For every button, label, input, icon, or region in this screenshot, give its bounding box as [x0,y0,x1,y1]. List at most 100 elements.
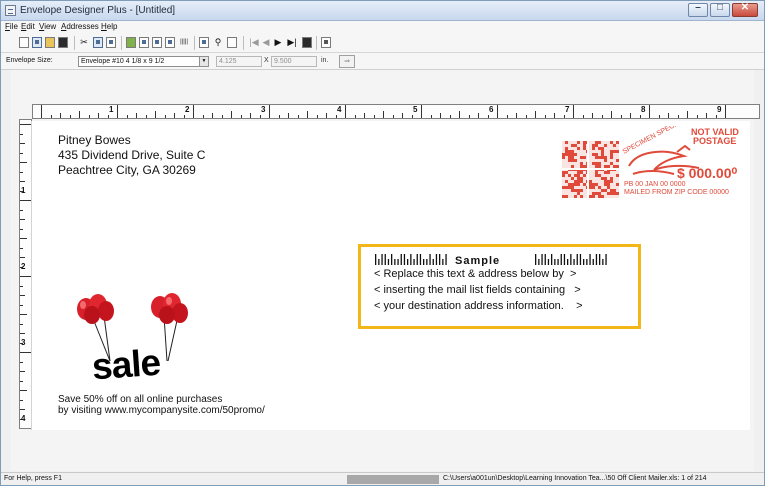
envelope-layout-1-icon[interactable] [139,37,149,48]
qr-cell [583,147,586,150]
close-icon: ✕ [740,2,750,13]
status-bar: For Help, press F1 C:\Users\a001un\Deskt… [1,472,764,485]
cut-icon[interactable]: ✂ [79,37,89,48]
ruler-tick [136,113,137,118]
ruler-tick [506,115,508,118]
promo-text[interactable]: Save 50% off on all online purchases by … [58,394,265,416]
ruler-tick [706,113,707,118]
qr-cell [577,171,580,174]
envelope-layout-3-icon[interactable] [165,37,175,48]
ruler-tick [373,115,375,118]
qr-cell [601,156,604,159]
ruler-number: 1 [21,186,26,195]
qr-cell [616,141,619,144]
envelope-width-field[interactable]: 4.125 [216,56,262,67]
maximize-icon: □ [716,2,724,13]
chevron-down-icon[interactable]: ▼ [199,57,208,66]
qr-cell [613,144,616,147]
ruler-tick [50,115,52,118]
postage-indicia[interactable]: SPECIMEN SPECIMEN NOT VALID POSTAGE $ 00… [559,126,749,206]
ruler-tick [478,113,479,118]
paste-icon[interactable] [106,37,116,48]
ruler-tick [278,115,280,118]
barcode-bar [535,254,537,265]
envelope-height-field[interactable]: 9.500 [271,56,317,67]
ruler-tick [145,115,147,118]
qr-cell [577,147,580,150]
menu-addresses[interactable]: Addresses [61,22,99,31]
ruler-tick [20,257,25,258]
title-bar[interactable]: Envelope Designer Plus - [Untitled] – □ … [1,1,764,21]
ruler-tick [259,115,261,118]
qr-cell [574,174,577,177]
barcode-bar [589,254,591,265]
close-button[interactable]: ✕ [732,2,758,17]
ruler-tick [383,111,384,118]
ruler-number: 7 [565,105,570,114]
qr-cell [613,150,616,153]
ruler-tick [497,105,498,118]
qr-cell [613,192,616,195]
copy-icon[interactable] [93,37,103,48]
menu-help[interactable]: Help [101,22,117,31]
ruler-tick [288,113,289,118]
ruler-tick [307,111,308,118]
postage-amount: $ 000.00⁰ [677,165,737,181]
ruler-tick [687,111,688,118]
ruler-number: 2 [185,105,190,114]
barcode-bar [416,254,418,265]
return-address[interactable]: Pitney Bowes 435 Dividend Drive, Suite C… [58,133,205,178]
new-icon[interactable] [19,37,29,48]
qr-cell [604,159,607,162]
list-icon[interactable] [302,37,312,48]
qr-cell [577,177,580,180]
ruler-tick [649,105,650,118]
wizard-icon[interactable] [32,37,42,48]
qr-cell [616,183,619,186]
previous-record-icon[interactable]: ◀ [261,37,271,48]
qr-cell [568,186,571,189]
apply-size-button[interactable]: ⇒ [339,55,355,68]
menu-view[interactable]: View [39,22,56,31]
qr-cell [601,195,604,198]
maximize-button[interactable]: □ [710,2,730,17]
envelope-canvas[interactable]: Pitney Bowes 435 Dividend Drive, Suite C… [31,121,750,430]
properties-icon[interactable] [126,37,136,48]
app-icon [5,5,16,16]
last-record-icon[interactable]: ▶| [287,37,297,48]
barcode-bar [435,254,438,265]
open-icon[interactable] [45,37,55,48]
qr-cell [616,192,619,195]
envelope-size-value: Envelope #10 4 1/8 x 9 1/2 [81,58,165,65]
next-record-icon[interactable]: ▶ [273,37,283,48]
first-record-icon[interactable]: |◀ [249,37,259,48]
destination-address-block[interactable]: Sample < Replace this text & address bel… [358,244,641,329]
barcode-icon[interactable]: ||||| [179,37,189,48]
save-icon[interactable] [58,37,68,48]
ruler-tick [20,219,25,220]
qr-cell [583,141,586,144]
qr-cell [583,144,586,147]
qr-cell [580,162,583,165]
qr-cell [568,159,571,162]
envelope-layout-2-icon[interactable] [152,37,162,48]
qr-cell [595,144,598,147]
qr-cell [610,156,613,159]
return-address-line2: 435 Dividend Drive, Suite C [58,148,206,162]
menu-edit[interactable]: Edit [21,22,35,31]
preview-icon[interactable] [227,37,237,48]
envelope-size-select[interactable]: Envelope #10 4 1/8 x 9 1/2 ▼ [78,56,209,67]
qr-cell [598,156,601,159]
qr-cell [616,165,619,168]
barcode-bar [387,259,390,265]
barcode-bar [419,254,422,265]
zoom-fit-icon[interactable] [199,37,209,48]
zoom-icon[interactable]: ⚲ [213,37,223,48]
ruler-tick [582,115,584,118]
menu-file[interactable]: File [5,22,18,31]
barcode-bar [557,259,559,265]
minimize-button[interactable]: – [688,2,708,17]
envelope-unit-label: in. [321,57,329,64]
print-icon[interactable] [321,37,331,48]
envelope-size-label: Envelope Size: [6,57,53,64]
